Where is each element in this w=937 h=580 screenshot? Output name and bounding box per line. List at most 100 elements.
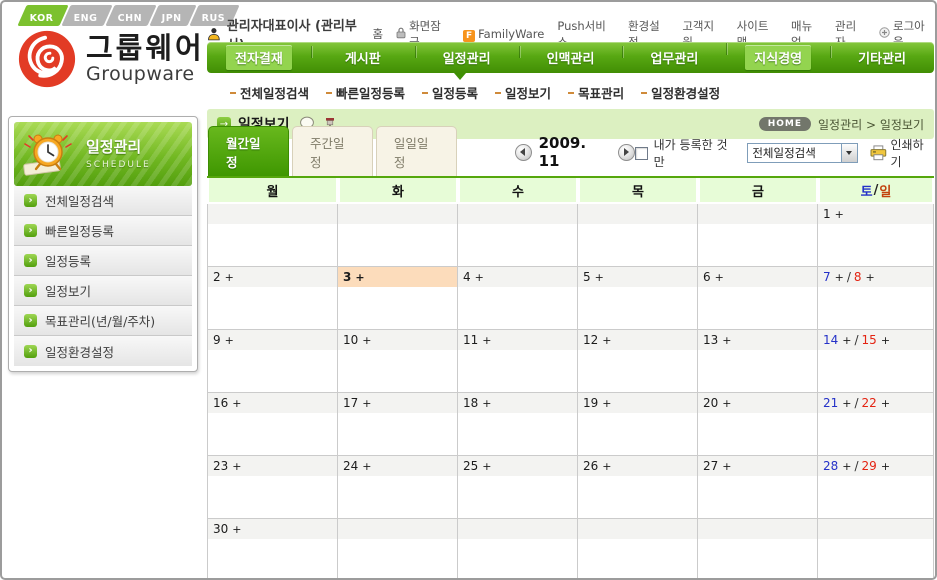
add-schedule-link[interactable]: + — [881, 397, 890, 410]
add-schedule-link[interactable]: + — [602, 460, 611, 473]
day-number[interactable]: 19 — [583, 396, 598, 410]
add-schedule-link[interactable]: + — [362, 397, 371, 410]
day-number[interactable]: 27 — [703, 459, 718, 473]
day-number[interactable]: 17 — [343, 396, 358, 410]
menu-item-게시판[interactable]: 게시판 — [311, 48, 415, 67]
my-schedule-checkbox[interactable] — [635, 147, 648, 160]
add-schedule-link[interactable]: + — [866, 271, 875, 284]
add-schedule-link[interactable]: + — [595, 271, 604, 284]
submenu-item-빠른일정등록[interactable]: 빠른일정등록 — [326, 83, 405, 102]
add-schedule-link[interactable]: + — [362, 334, 371, 347]
submenu-item-전체일정검색[interactable]: 전체일정검색 — [230, 83, 309, 102]
sidebar-item-일정보기[interactable]: ›일정보기 — [14, 276, 192, 306]
add-schedule-link[interactable]: + — [722, 334, 731, 347]
add-schedule-link[interactable]: + — [232, 397, 241, 410]
calendar-cell — [578, 204, 698, 267]
menu-item-지식경영[interactable]: 지식경영 — [726, 45, 830, 70]
add-schedule-link[interactable]: + — [602, 334, 611, 347]
day-number[interactable]: 24 — [343, 459, 358, 473]
day-number[interactable]: 10 — [343, 333, 358, 347]
add-schedule-link[interactable]: + — [232, 523, 241, 536]
day-number[interactable]: 5 — [583, 270, 591, 284]
submenu-item-목표관리[interactable]: 목표관리 — [568, 83, 624, 102]
menu-item-전자결재[interactable]: 전자결재 — [207, 45, 311, 70]
day-number[interactable]: 12 — [583, 333, 598, 347]
menu-item-업무관리[interactable]: 업무관리 — [622, 48, 726, 67]
day-number[interactable]: 15 — [862, 333, 877, 347]
day-number[interactable]: 6 — [703, 270, 711, 284]
add-schedule-link[interactable]: + — [482, 334, 491, 347]
add-schedule-link[interactable]: + — [842, 334, 851, 347]
print-button[interactable]: 인쇄하기 — [870, 136, 934, 170]
prev-month-button[interactable] — [515, 144, 532, 161]
add-schedule-link[interactable]: + — [715, 271, 724, 284]
day-number[interactable]: 22 — [862, 396, 877, 410]
calendar-cell: 18 + — [458, 393, 578, 456]
lang-tab-eng[interactable]: ENG — [61, 5, 112, 26]
select-dropdown-button[interactable] — [841, 144, 857, 162]
user-link-홈[interactable]: 홈 — [372, 26, 383, 42]
day-number[interactable]: 26 — [583, 459, 598, 473]
day-number[interactable]: 8 — [854, 270, 862, 284]
add-schedule-link[interactable]: + — [881, 460, 890, 473]
lang-tab-chn[interactable]: CHN — [105, 5, 157, 26]
next-month-button[interactable] — [618, 144, 635, 161]
schedule-filter-select[interactable]: 전체일정검색 — [747, 143, 857, 163]
day-number[interactable]: 28 — [823, 459, 838, 473]
day-number-band: 14+/15+ — [818, 330, 933, 350]
day-number-band: 5+ — [578, 267, 697, 287]
day-number[interactable]: 23 — [213, 459, 228, 473]
day-number-band: 24 + — [338, 456, 457, 476]
add-schedule-link[interactable]: + — [835, 271, 844, 284]
add-schedule-link[interactable]: + — [842, 460, 851, 473]
submenu-item-일정등록[interactable]: 일정등록 — [422, 83, 478, 102]
tab-월간일정[interactable]: 월간일정 — [208, 126, 289, 176]
tab-주간일정[interactable]: 주간일정 — [292, 126, 373, 176]
sidebar-item-빠른일정등록[interactable]: ›빠른일정등록 — [14, 216, 192, 246]
sidebar-item-일정환경설정[interactable]: ›일정환경설정 — [14, 336, 192, 366]
tab-일일일정[interactable]: 일일일정 — [376, 126, 457, 176]
add-schedule-link[interactable]: + — [362, 460, 371, 473]
day-number[interactable]: 9 — [213, 333, 221, 347]
add-schedule-link[interactable]: + — [602, 397, 611, 410]
sidebar-item-목표관리(년/월/주차)[interactable]: ›목표관리(년/월/주차) — [14, 306, 192, 336]
day-number[interactable]: 3 — [343, 270, 351, 284]
add-schedule-link[interactable]: + — [482, 397, 491, 410]
menu-item-기타관리[interactable]: 기타관리 — [830, 48, 934, 67]
day-number[interactable]: 29 — [862, 459, 877, 473]
day-number[interactable]: 18 — [463, 396, 478, 410]
day-number[interactable]: 11 — [463, 333, 478, 347]
add-schedule-link[interactable]: + — [722, 397, 731, 410]
day-number[interactable]: 14 — [823, 333, 838, 347]
add-schedule-link[interactable]: + — [475, 271, 484, 284]
add-schedule-link[interactable]: + — [722, 460, 731, 473]
home-badge[interactable]: HOME — [759, 117, 811, 131]
menu-item-인맥관리[interactable]: 인맥관리 — [519, 48, 623, 67]
day-number[interactable]: 21 — [823, 396, 838, 410]
add-schedule-link[interactable]: + — [482, 460, 491, 473]
sidebar-item-전체일정검색[interactable]: ›전체일정검색 — [14, 186, 192, 216]
add-schedule-link[interactable]: + — [355, 271, 364, 284]
lang-tab-kor[interactable]: KOR — [17, 5, 68, 26]
submenu-item-일정환경설정[interactable]: 일정환경설정 — [641, 83, 720, 102]
day-number[interactable]: 2 — [213, 270, 221, 284]
day-number[interactable]: 4 — [463, 270, 471, 284]
add-schedule-link[interactable]: + — [842, 397, 851, 410]
logo[interactable]: 그룹웨어 Groupware — [16, 28, 205, 90]
day-number[interactable]: 25 — [463, 459, 478, 473]
day-number[interactable]: 7 — [823, 270, 831, 284]
menu-item-일정관리[interactable]: 일정관리 — [415, 48, 519, 67]
user-link-FamilyWare[interactable]: FFamilyWare — [463, 27, 544, 42]
add-schedule-link[interactable]: + — [835, 208, 844, 221]
sidebar-item-일정등록[interactable]: ›일정등록 — [14, 246, 192, 276]
day-number[interactable]: 20 — [703, 396, 718, 410]
day-number[interactable]: 16 — [213, 396, 228, 410]
add-schedule-link[interactable]: + — [225, 271, 234, 284]
day-number[interactable]: 13 — [703, 333, 718, 347]
day-number[interactable]: 1 — [823, 207, 831, 221]
submenu-item-일정보기[interactable]: 일정보기 — [495, 83, 551, 102]
add-schedule-link[interactable]: + — [232, 460, 241, 473]
day-number[interactable]: 30 — [213, 522, 228, 536]
add-schedule-link[interactable]: + — [881, 334, 890, 347]
add-schedule-link[interactable]: + — [225, 334, 234, 347]
